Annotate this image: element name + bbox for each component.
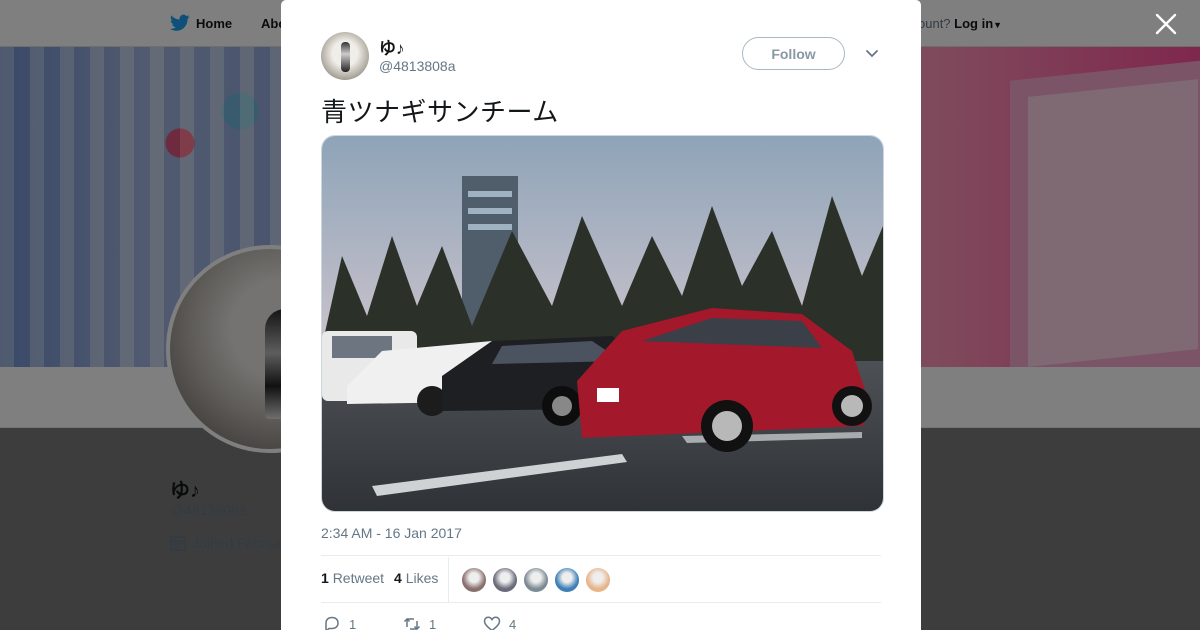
- liker-avatar[interactable]: [461, 567, 487, 593]
- close-icon[interactable]: [1154, 12, 1178, 36]
- liker-avatars: [461, 567, 611, 593]
- reply-count: 1: [349, 616, 357, 630]
- stats-divider: [448, 557, 449, 602]
- author-name[interactable]: ゆ♪: [379, 34, 405, 59]
- divider: [321, 555, 881, 556]
- retweet-count: 1: [429, 616, 437, 630]
- liker-avatar[interactable]: [554, 567, 580, 593]
- retweet-icon: [403, 617, 421, 630]
- liker-avatar[interactable]: [523, 567, 549, 593]
- likes-stat-count: 4: [394, 570, 402, 586]
- tweet-stats: 1 Retweet 4 Likes: [321, 570, 438, 586]
- author-handle[interactable]: @4813808a: [379, 58, 456, 74]
- chevron-down-icon[interactable]: [865, 48, 879, 60]
- author-avatar[interactable]: [321, 32, 369, 80]
- retweet-stat[interactable]: 1 Retweet: [321, 570, 384, 586]
- follow-button[interactable]: Follow: [742, 37, 845, 70]
- retweet-stat-count: 1: [321, 570, 329, 586]
- tweet-timestamp[interactable]: 2:34 AM - 16 Jan 2017: [321, 525, 462, 541]
- like-count: 4: [509, 616, 517, 630]
- photo-cars-icon: [322, 136, 883, 511]
- tweet-photo[interactable]: [321, 135, 884, 512]
- tweet-text: 青ツナギサンチーム: [321, 97, 559, 127]
- tweet-actions: 1 1 4: [323, 615, 563, 630]
- retweet-button[interactable]: 1: [403, 615, 483, 630]
- reply-button[interactable]: 1: [323, 615, 403, 630]
- heart-icon: [483, 616, 501, 630]
- liker-avatar[interactable]: [492, 567, 518, 593]
- like-button[interactable]: 4: [483, 615, 563, 630]
- retweet-stat-label: Retweet: [332, 570, 385, 586]
- likes-stat-label: Likes: [405, 570, 439, 586]
- reply-icon: [325, 616, 339, 630]
- likes-stat[interactable]: 4 Likes: [394, 570, 438, 586]
- tweet-modal: ゆ♪ @4813808a Follow 青ツナギサンチーム 2:34 AM - …: [281, 0, 921, 630]
- divider: [321, 602, 881, 603]
- liker-avatar[interactable]: [585, 567, 611, 593]
